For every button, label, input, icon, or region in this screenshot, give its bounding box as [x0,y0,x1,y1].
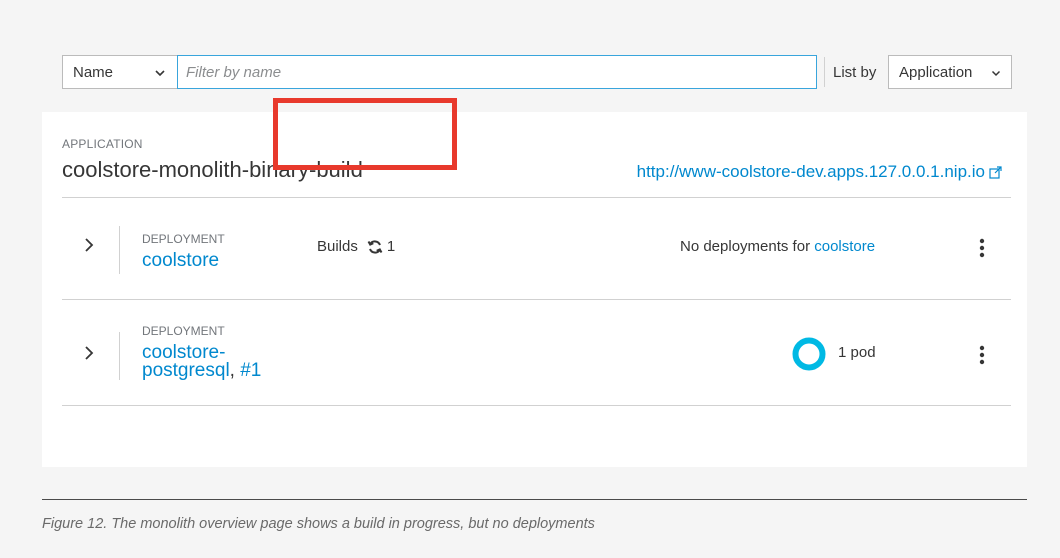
revision-separator: , [229,360,241,381]
route-link[interactable]: http://www-coolstore-dev.apps.127.0.0.1.… [637,162,1002,182]
deployment-name: coolstore- postgresql, #1 [142,343,261,381]
chevron-down-icon [991,70,1001,77]
row-divider [62,299,1011,300]
sync-icon [367,239,383,254]
row-divider [62,405,1011,406]
filter-placeholder: Filter by name [186,63,282,81]
deployment-kicker: DEPLOYMENT [142,232,225,246]
revision-link[interactable]: #1 [240,360,261,381]
filter-field-select[interactable]: Name [62,55,178,89]
figure-caption: Figure 12. The monolith overview page sh… [42,516,595,532]
chevron-right-icon[interactable] [82,236,96,254]
toolbar-divider [824,57,825,87]
builds-highlight-box [273,98,457,170]
caption-rule [42,499,1027,500]
application-kicker: APPLICATION [62,137,143,151]
route-url: http://www-coolstore-dev.apps.127.0.0.1.… [636,162,985,181]
pod-count: 1 pod [838,344,876,361]
deployment-row-coolstore: DEPLOYMENT coolstore Builds 1 No deploym… [62,198,1011,298]
deployment-status-text: No deployments for [680,238,811,255]
deployment-status-link[interactable]: coolstore [814,238,875,255]
deployment-kicker: DEPLOYMENT [142,324,225,338]
kebab-icon[interactable] [979,238,985,258]
filter-toolbar: Name Filter by name List by Application [62,55,1012,89]
external-link-icon [989,165,1002,179]
application-card: APPLICATION coolstore-monolith-binary-bu… [42,112,1027,467]
builds-status[interactable]: Builds 1 [317,238,395,255]
filter-field-value: Name [73,63,114,81]
chevron-down-icon [155,70,165,77]
deployment-status: No deployments for coolstore [680,238,875,255]
kebab-icon[interactable] [979,345,985,365]
builds-label: Builds [317,238,358,255]
row-separator [119,332,120,380]
row-separator [119,226,120,274]
chevron-right-icon[interactable] [82,344,96,362]
list-by-value: Application [899,63,973,81]
filter-input[interactable]: Filter by name [177,55,817,89]
deployment-name-link[interactable]: postgresql [142,360,230,381]
deployment-name-link[interactable]: coolstore [142,251,219,270]
donut-icon[interactable] [792,337,826,371]
builds-count: 1 [386,238,396,255]
list-by-select[interactable]: Application [888,55,1012,89]
list-by-label: List by [833,63,877,81]
deployment-row-coolstore-postgresql: DEPLOYMENT coolstore- postgresql, #1 1 p… [62,302,1011,402]
